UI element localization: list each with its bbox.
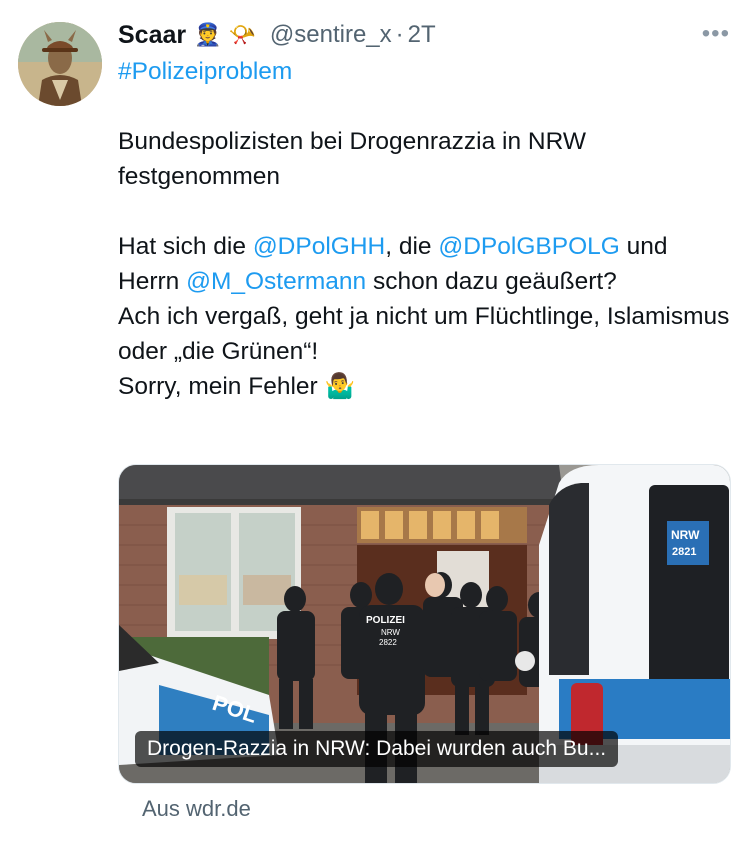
hashtag-link[interactable]: #Polizeiproblem [118, 58, 292, 85]
van-label-nrw: NRW [671, 528, 700, 542]
card-caption: Drogen-Razzia in NRW: Dabei wurden auch … [135, 731, 619, 767]
text-line-remark: Ach ich vergaß, geht ja nicht um Flüchtl… [118, 303, 730, 365]
separator-dot: · [395, 21, 404, 48]
vest-sub: NRW [381, 628, 400, 637]
vest-label: POLIZEI [366, 615, 405, 626]
author-handle[interactable]: @sentire_x [270, 21, 392, 49]
more-options-icon[interactable]: ••• [702, 20, 730, 48]
text-segment: Hat sich die [118, 233, 253, 260]
author-emojis: 👮 📯 [194, 22, 256, 48]
text-line-headline: Bundespolizisten bei Drogenrazzia in NRW… [118, 128, 587, 190]
mention-link-m-ostermann[interactable]: @M_Ostermann [186, 268, 366, 295]
text-segment: schon dazu geäußert? [366, 268, 617, 295]
card-source-link[interactable]: Aus wdr.de [142, 796, 251, 822]
link-preview-card[interactable]: POLIZEI NRW 2822 POL NRW 2821 Drogen-Raz… [118, 464, 731, 784]
text-line-sorry: Sorry, mein Fehler 🤷‍♂️ [118, 373, 355, 400]
mention-link-dpolghh[interactable]: @DPolGHH [253, 233, 385, 260]
tweet-header: Scaar 👮 📯 @sentire_x · 2T ••• [118, 18, 730, 52]
van-label-number: 2821 [672, 546, 696, 558]
text-paragraph-question: Hat sich die @DPolGHH, die @DPolGBPOLG u… [118, 229, 730, 299]
vest-num: 2822 [379, 638, 397, 647]
avatar-image [18, 22, 102, 106]
author-avatar[interactable] [18, 22, 102, 106]
mention-link-dpolgbpolg[interactable]: @DPolGBPOLG [438, 233, 619, 260]
text-segment: , die [385, 233, 439, 260]
author-name[interactable]: Scaar [118, 21, 186, 50]
tweet-time[interactable]: 2T [408, 21, 436, 49]
tweet-text: #Polizeiproblem Bundespolizisten bei Dro… [118, 54, 730, 404]
